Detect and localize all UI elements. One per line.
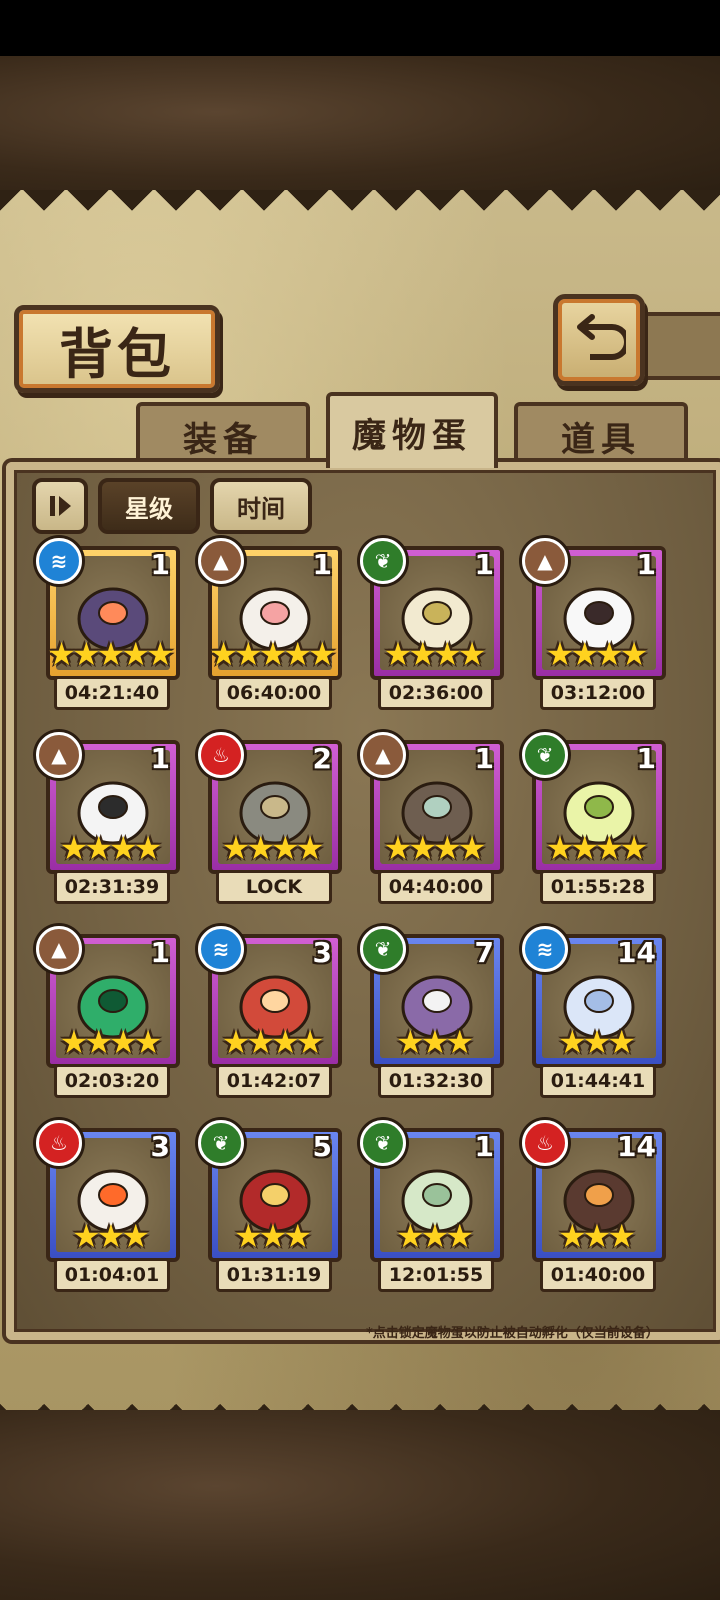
egg-count: 14 [617,936,656,969]
hatch-timer: 02:36:00 [378,676,494,710]
leaf-element-icon: ❦ [360,1120,406,1166]
leaf-element-icon: ❦ [360,538,406,584]
fire-element-icon: ♨ [36,1120,82,1166]
hatch-timer: 04:40:00 [378,870,494,904]
egg-count: 1 [150,742,170,775]
egg-slot[interactable]: ≋ 3 ★★★★ 01:42:07 [198,926,344,1098]
hatch-timer: 01:55:28 [540,870,656,904]
lock-hint-note: *点击锁定魔物蛋以防止被自动孵化（仅当前设备） [366,1326,659,1341]
star-rating: ★★★★★ [47,635,174,673]
water-element-icon: ≋ [522,926,568,972]
egg-count: 1 [474,548,494,581]
leaf-element-icon: ❦ [360,926,406,972]
star-rating: ★★★★ [59,829,163,867]
hatch-timer: 12:01:55 [378,1258,494,1292]
egg-slot[interactable]: ♨ 14 ★★★ 01:40:00 [522,1120,668,1292]
egg-count: 1 [312,548,332,581]
star-rating: ★★★ [233,1217,312,1255]
earth-element-icon: ▲ [36,732,82,778]
star-rating: ★★★★ [221,1023,325,1061]
star-rating: ★★★★ [545,829,649,867]
egg-slot[interactable]: ❦ 1 ★★★★ 01:55:28 [522,732,668,904]
hatch-timer: 01:40:00 [540,1258,656,1292]
hatch-timer: 01:32:30 [378,1064,494,1098]
egg-count: 14 [617,1130,656,1163]
leaf-element-icon: ❦ [522,732,568,778]
fire-element-icon: ♨ [198,732,244,778]
tab-monster-eggs[interactable]: 魔物蛋 [326,392,498,468]
egg-slot[interactable]: ≋ 14 ★★★ 01:44:41 [522,926,668,1098]
hatch-timer: 01:44:41 [540,1064,656,1098]
egg-slot[interactable]: ▲ 1 ★★★★ 02:31:39 [36,732,182,904]
star-rating: ★★★ [395,1217,474,1255]
earth-element-icon: ▲ [198,538,244,584]
hatch-timer: 03:12:00 [540,676,656,710]
egg-count: 2 [312,742,332,775]
water-element-icon: ≋ [198,926,244,972]
earth-element-icon: ▲ [360,732,406,778]
hatch-timer: 06:40:00 [216,676,332,710]
egg-slot[interactable]: ❦ 5 ★★★ 01:31:19 [198,1120,344,1292]
egg-lock-label: LOCK [216,870,332,904]
egg-count: 1 [636,548,656,581]
hatch-timer: 01:42:07 [216,1064,332,1098]
egg-slot[interactable]: ♨ 3 ★★★ 01:04:01 [36,1120,182,1292]
hatch-timer: 04:21:40 [54,676,170,710]
star-rating: ★★★★★ [209,635,336,673]
hatch-timer: 01:31:19 [216,1258,332,1292]
star-rating: ★★★★ [59,1023,163,1061]
hatch-timer: 02:03:20 [54,1064,170,1098]
earth-element-icon: ▲ [36,926,82,972]
egg-count: 7 [474,936,494,969]
egg-slot[interactable]: ▲ 1 ★★★★ 04:40:00 [360,732,506,904]
star-rating: ★★★ [557,1023,636,1061]
star-rating: ★★★★ [545,635,649,673]
egg-slot[interactable]: ❦ 1 ★★★★ 02:36:00 [360,538,506,710]
water-element-icon: ≋ [36,538,82,584]
earth-element-icon: ▲ [522,538,568,584]
star-rating: ★★★★ [383,829,487,867]
star-rating: ★★★ [557,1217,636,1255]
egg-slot[interactable]: ❦ 1 ★★★ 12:01:55 [360,1120,506,1292]
hatch-timer: 01:04:01 [54,1258,170,1292]
egg-slot[interactable]: ♨ 2 ★★★★ LOCK [198,732,344,904]
star-rating: ★★★★ [221,829,325,867]
leaf-element-icon: ❦ [198,1120,244,1166]
egg-count: 1 [150,548,170,581]
egg-slot[interactable]: ▲ 1 ★★★★ 02:03:20 [36,926,182,1098]
hatch-timer: 02:31:39 [54,870,170,904]
egg-slot[interactable]: ❦ 7 ★★★ 01:32:30 [360,926,506,1098]
star-rating: ★★★ [395,1023,474,1061]
tab-monster-eggs-label: 魔物蛋 [352,415,472,456]
egg-count: 1 [474,742,494,775]
star-rating: ★★★★ [383,635,487,673]
egg-count: 3 [312,936,332,969]
egg-slot[interactable]: ▲ 1 ★★★★ 03:12:00 [522,538,668,710]
egg-slot[interactable]: ≋ 1 ★★★★★ 04:21:40 [36,538,182,710]
egg-count: 1 [150,936,170,969]
egg-count: 5 [312,1130,332,1163]
egg-count: 3 [150,1130,170,1163]
egg-grid: ≋ 1 ★★★★★ 04:21:40 ▲ 1 ★★★★★ 06:40:00 ❦ 1 ★★★★ 02:3… [0,0,720,1600]
egg-count: 1 [636,742,656,775]
fire-element-icon: ♨ [522,1120,568,1166]
egg-slot[interactable]: ▲ 1 ★★★★★ 06:40:00 [198,538,344,710]
egg-count: 1 [474,1130,494,1163]
star-rating: ★★★ [71,1217,150,1255]
